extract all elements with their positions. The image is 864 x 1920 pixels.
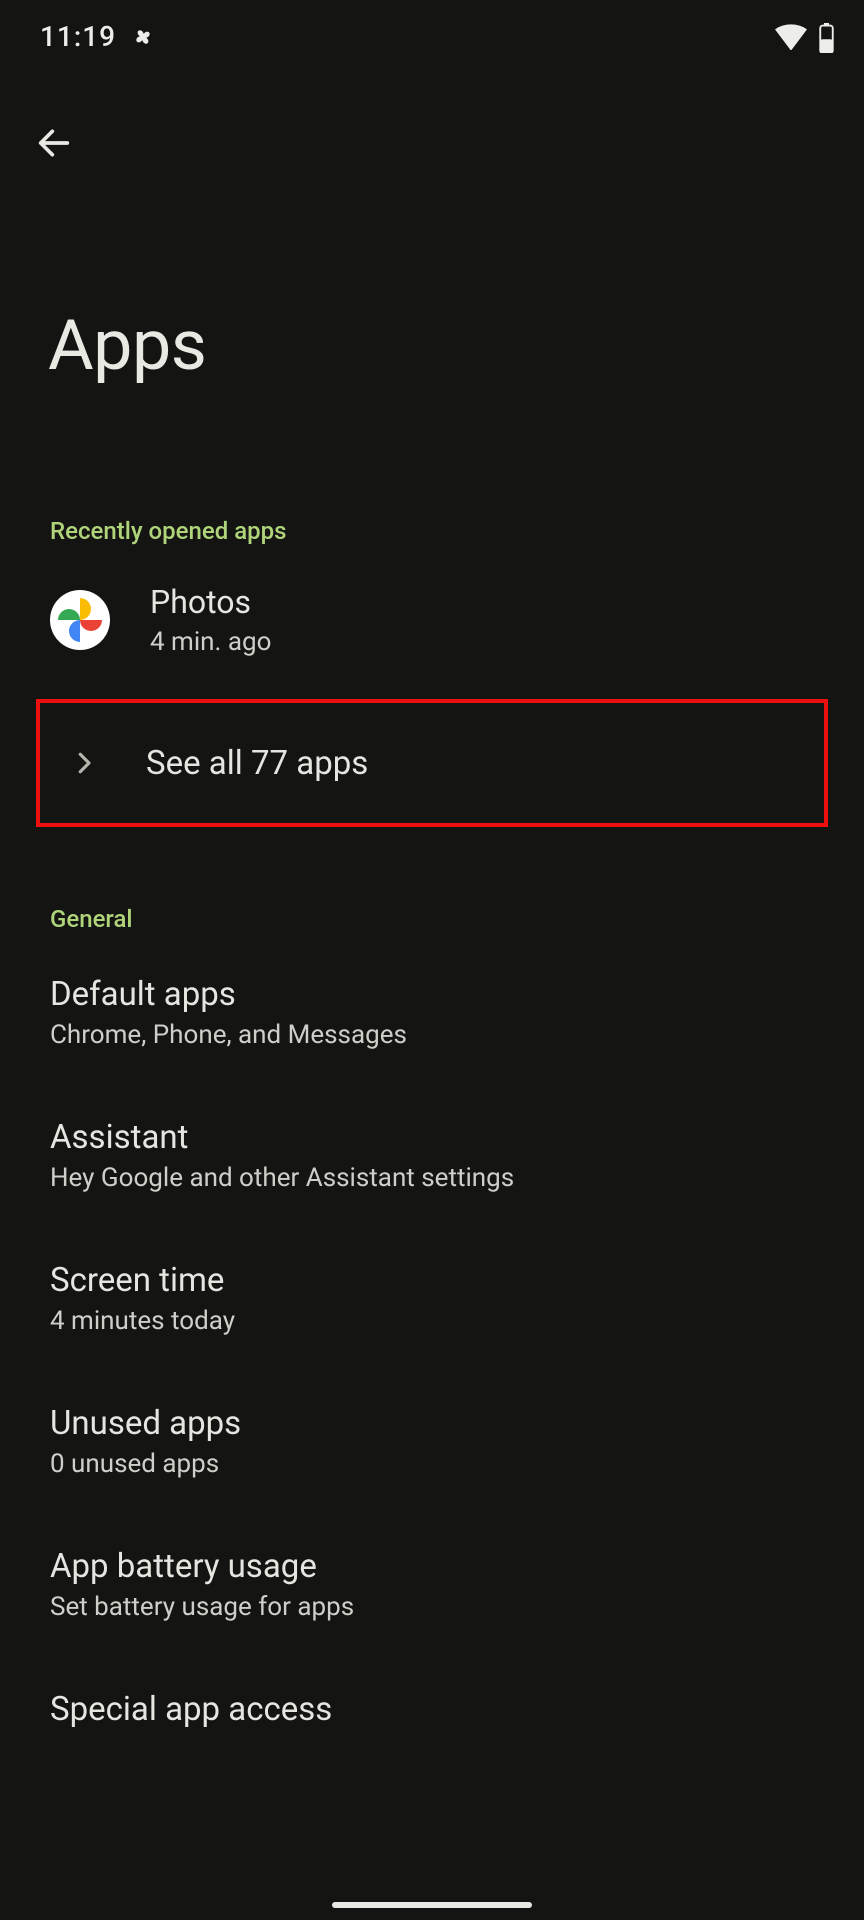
page-title: Apps [48, 305, 864, 387]
setting-title: App battery usage [50, 1547, 864, 1586]
status-right [775, 23, 834, 51]
setting-sub: Chrome, Phone, and Messages [50, 1020, 864, 1050]
setting-default-apps[interactable]: Default apps Chrome, Phone, and Messages [0, 933, 864, 1050]
setting-title: Screen time [50, 1261, 864, 1300]
app-row-photos[interactable]: Photos 4 min. ago [0, 545, 864, 657]
wifi-icon [775, 24, 807, 50]
see-all-apps-button[interactable]: See all 77 apps [36, 699, 828, 827]
arrow-left-icon [34, 123, 74, 163]
pinwheel-icon [130, 24, 156, 50]
setting-assistant[interactable]: Assistant Hey Google and other Assistant… [0, 1050, 864, 1193]
setting-screen-time[interactable]: Screen time 4 minutes today [0, 1193, 864, 1336]
section-label-recent: Recently opened apps [0, 517, 864, 545]
setting-sub: Hey Google and other Assistant settings [50, 1163, 864, 1193]
setting-title: Default apps [50, 975, 864, 1014]
section-label-general: General [0, 905, 864, 933]
app-sub: 4 min. ago [150, 627, 271, 657]
setting-unused-apps[interactable]: Unused apps 0 unused apps [0, 1336, 864, 1479]
status-bar: 11:19 [0, 0, 864, 63]
see-all-label: See all 77 apps [146, 744, 368, 783]
battery-icon [819, 23, 834, 51]
setting-sub: 0 unused apps [50, 1449, 864, 1479]
chevron-right-icon [54, 733, 114, 793]
setting-title: Unused apps [50, 1404, 864, 1443]
gesture-bar[interactable] [332, 1902, 532, 1908]
setting-sub: Set battery usage for apps [50, 1592, 864, 1622]
clock: 11:19 [40, 20, 116, 53]
status-left: 11:19 [40, 20, 156, 53]
photos-app-icon [50, 590, 110, 650]
back-button[interactable] [32, 121, 76, 165]
setting-sub: 4 minutes today [50, 1306, 864, 1336]
app-text: Photos 4 min. ago [150, 583, 271, 657]
setting-battery-usage[interactable]: App battery usage Set battery usage for … [0, 1479, 864, 1622]
setting-special-access[interactable]: Special app access [0, 1622, 864, 1729]
app-name: Photos [150, 583, 271, 621]
setting-title: Assistant [50, 1118, 864, 1157]
